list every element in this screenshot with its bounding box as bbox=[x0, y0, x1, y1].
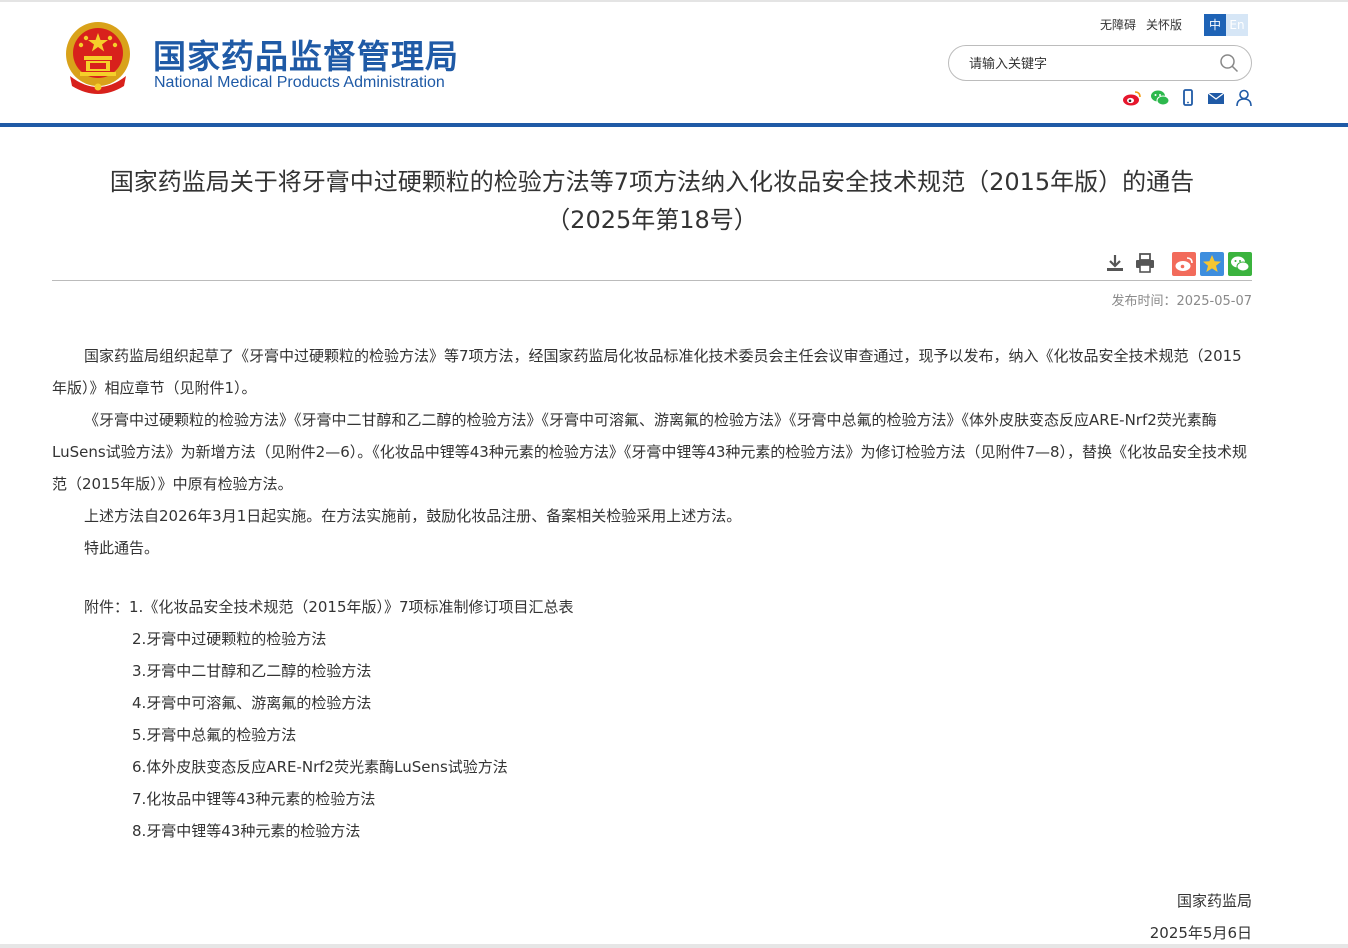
bottom-border bbox=[0, 944, 1348, 948]
social-links bbox=[1122, 88, 1254, 108]
signature-org: 国家药监局 bbox=[1176, 892, 1252, 910]
attachment-link-3[interactable]: 3.牙膏中二甘醇和乙二醇的检验方法 bbox=[132, 660, 371, 681]
body-paragraph: 上述方法自2026年3月1日起实施。在方法实施前，鼓励化妆品注册、备案相关检验采… bbox=[84, 507, 742, 525]
share-weibo-icon[interactable] bbox=[1172, 252, 1196, 276]
title-divider bbox=[52, 280, 1252, 281]
article-body: 国家药监局组织起草了《牙膏中过硬颗粒的检验方法》等7项方法，经国家药监局化妆品标… bbox=[52, 340, 1252, 564]
search-icon[interactable] bbox=[1219, 53, 1239, 73]
body-paragraph: 特此通告。 bbox=[84, 539, 160, 557]
article-title-line1: 国家药监局关于将牙膏中过硬颗粒的检验方法等7项方法纳入化妆品安全技术规范（201… bbox=[109, 168, 1195, 196]
mobile-icon[interactable] bbox=[1178, 88, 1198, 108]
signature-date: 2025年5月6日 bbox=[1149, 924, 1252, 942]
attachment-link-5[interactable]: 5.牙膏中总氟的检验方法 bbox=[132, 724, 296, 745]
print-icon[interactable] bbox=[1134, 252, 1156, 274]
lang-en-button[interactable]: En bbox=[1226, 14, 1248, 36]
mail-icon[interactable] bbox=[1206, 88, 1226, 108]
wechat-icon[interactable] bbox=[1150, 88, 1170, 108]
lang-cn-button[interactable]: 中 bbox=[1204, 14, 1226, 36]
article-title-line2: （2025年第18号） bbox=[546, 206, 758, 234]
search-box bbox=[948, 45, 1252, 81]
share-qzone-icon[interactable] bbox=[1200, 252, 1224, 276]
accessibility-link[interactable]: 无障碍 bbox=[1100, 18, 1136, 32]
attachment-link-4[interactable]: 4.牙膏中可溶氟、游离氟的检验方法 bbox=[132, 692, 371, 713]
search-input[interactable] bbox=[967, 53, 1221, 75]
attachment-link-6[interactable]: 6.体外皮肤变态反应ARE-Nrf2荧光素酶LuSens试验方法 bbox=[132, 756, 508, 777]
body-paragraph: 国家药监局组织起草了《牙膏中过硬颗粒的检验方法》等7项方法，经国家药监局化妆品标… bbox=[52, 347, 1242, 397]
download-icon[interactable] bbox=[1104, 252, 1126, 274]
attachment-link-1[interactable]: 1.《化妆品安全技术规范（2015年版）》7项标准制修订项目汇总表 bbox=[129, 598, 574, 616]
publish-date: 发布时间：2025-05-07 bbox=[1111, 294, 1252, 309]
article-title: 国家药监局关于将牙膏中过硬颗粒的检验方法等7项方法纳入化妆品安全技术规范（201… bbox=[52, 163, 1252, 239]
attachment-link-7[interactable]: 7.化妆品中锂等43种元素的检验方法 bbox=[132, 788, 375, 809]
top-links: 无障碍 关怀版 bbox=[1100, 16, 1192, 33]
header-divider bbox=[0, 123, 1348, 127]
user-icon[interactable] bbox=[1234, 88, 1254, 108]
site-name-en[interactable]: National Medical Products Administration bbox=[154, 74, 445, 92]
care-mode-link[interactable]: 关怀版 bbox=[1146, 18, 1182, 32]
language-switch: 中 En bbox=[1204, 14, 1248, 36]
share-wechat-icon[interactable] bbox=[1228, 252, 1252, 276]
site-name-cn[interactable]: 国家药品监督管理局 bbox=[153, 30, 459, 78]
body-paragraph: 《牙膏中过硬颗粒的检验方法》《牙膏中二甘醇和乙二醇的检验方法》《牙膏中可溶氟、游… bbox=[52, 411, 1248, 493]
attachment-link-8[interactable]: 8.牙膏中锂等43种元素的检验方法 bbox=[132, 820, 360, 841]
attachment-link-2[interactable]: 2.牙膏中过硬颗粒的检验方法 bbox=[132, 628, 326, 649]
weibo-icon[interactable] bbox=[1122, 88, 1142, 108]
attachment-list: 附件：1.《化妆品安全技术规范（2015年版）》7项标准制修订项目汇总表 bbox=[84, 596, 574, 617]
site-header: 国家药品监督管理局 National Medical Products Admi… bbox=[0, 2, 1348, 123]
national-emblem-icon bbox=[66, 22, 130, 94]
attachments-label: 附件： bbox=[84, 598, 130, 616]
